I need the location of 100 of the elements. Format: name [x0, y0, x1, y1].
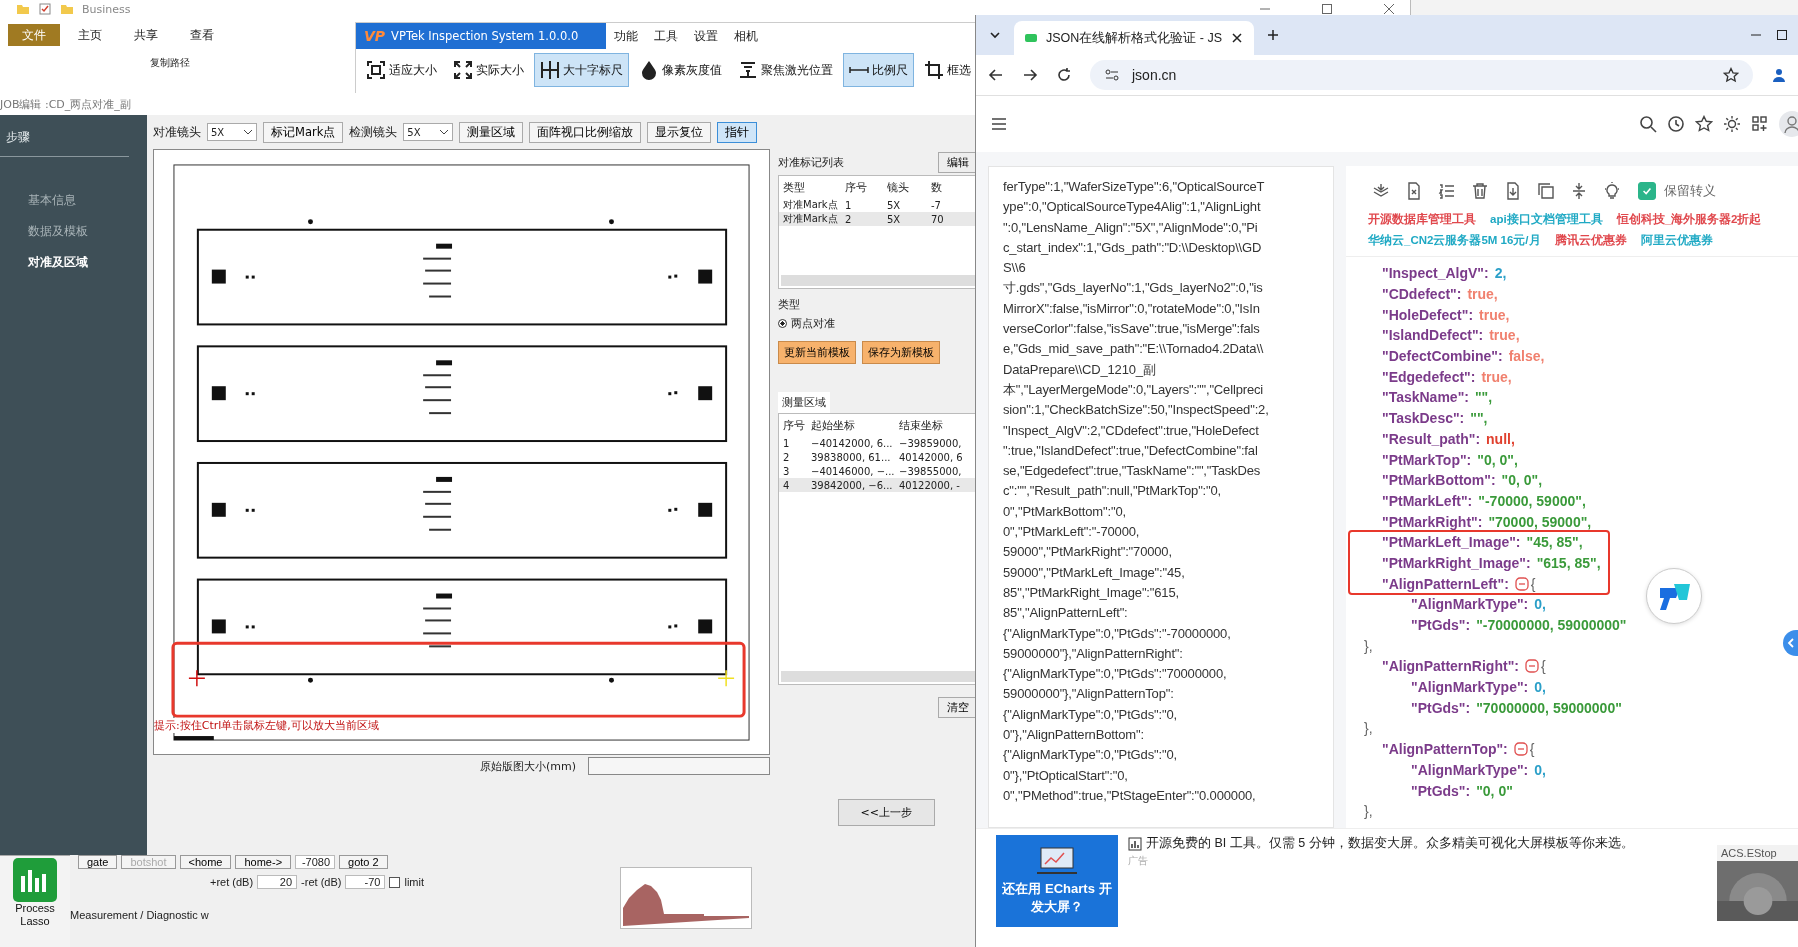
toolbar-button[interactable]: 聚焦激光位置: [732, 53, 839, 87]
toolbar-button[interactable]: 显示复位: [647, 121, 712, 143]
json-key: "Result_path":: [1382, 430, 1481, 447]
toolbar-button[interactable]: 比例尺: [843, 53, 914, 87]
json-key: "TaskDesc":: [1382, 410, 1465, 427]
json-value: 0,: [1534, 761, 1546, 778]
table-cell-text: −40146000, −...: [810, 465, 895, 477]
json-text-line: 59000000"},"AlignPatternTop":: [1003, 685, 1175, 704]
json-text-line: ype":0,"OpticalSourceType4Alig":1,"AlignLight: [1003, 198, 1262, 217]
menu-item[interactable]: 工具: [646, 27, 686, 45]
json-text-line: MirrorX":false,"isMirror":0,"rotateMode":0,"IsIn: [1003, 299, 1261, 318]
field-label: -ret (dB): [301, 876, 342, 888]
toolbar-button[interactable]: 测量区域: [459, 121, 524, 143]
goto-button[interactable]: goto 2: [339, 855, 388, 869]
json-key: "AlignPatternLeft":: [1382, 575, 1509, 592]
sidebar-item[interactable]: 数据及模板: [0, 216, 147, 247]
table-cell-text: 4: [782, 479, 791, 491]
json-text-line: 0"},"PtOpticalStart":"0,: [1003, 766, 1129, 785]
json-value: false,: [1508, 348, 1545, 365]
field-label: 对准镜头: [153, 124, 201, 140]
clear-button[interactable]: 清空: [938, 697, 975, 718]
template-button[interactable]: 更新当前模板: [778, 341, 856, 364]
ribbon-tab[interactable]: 主页: [64, 24, 116, 46]
ribbon-tab[interactable]: 共享: [120, 24, 172, 46]
ad-link[interactable]: 腾讯云优惠券: [1554, 233, 1627, 248]
table-cell-text: 1: [844, 199, 853, 211]
json-value: 0,: [1534, 596, 1546, 613]
app-button[interactable]: <home: [179, 855, 232, 869]
json-brace: },: [1364, 720, 1373, 737]
table-cell-text: 40122000, -: [898, 479, 961, 491]
table-cell-text: 2: [782, 451, 791, 463]
ret-field[interactable]: -70: [345, 875, 386, 889]
ret-field[interactable]: 20: [257, 875, 298, 889]
template-button[interactable]: 保存为新模板: [862, 341, 940, 364]
table-cell-text: 2: [844, 213, 853, 225]
json-key: "TaskName":: [1382, 389, 1469, 406]
table-row[interactable]: 3 −40146000, −... −39855000,: [779, 464, 975, 478]
ad-link[interactable]: 开源数据库管理工具: [1368, 212, 1476, 227]
edit-button[interactable]: 编辑: [938, 151, 975, 173]
json-key: "PtGds":: [1411, 617, 1471, 634]
json-value: 0,: [1534, 679, 1546, 696]
table-row[interactable]: 4 39842000, −6... 40122000, -: [779, 478, 975, 492]
table-row[interactable]: 1 −40142000, 6... −39859000,: [779, 436, 975, 450]
field-label: 类型: [778, 297, 801, 312]
field-label: +ret (dB): [210, 876, 254, 888]
table-cell-text: 39838000, 61...: [810, 451, 892, 463]
json-text-line: 59000000"},"AlignPatternRight":: [1003, 644, 1184, 663]
toolbar-button[interactable]: 大十字标尺: [534, 53, 629, 87]
browser-tab[interactable]: JSON在线解析格式化验证 - JS: [1014, 21, 1255, 55]
ad-text[interactable]: 开源免费的 BI 工具。仅需 5 分钟，数据变大屏。众多精美可视化大屏模板等你来选。: [1146, 835, 1634, 852]
ad-link[interactable]: 恒创科技_海外服务器2折起: [1616, 212, 1762, 227]
json-key: "PtGds":: [1411, 699, 1471, 716]
json-key: "PtMarkRight":: [1382, 513, 1483, 530]
ad-banner[interactable]: 还在用 ECharts 开发大屏？: [996, 835, 1118, 927]
radio-option[interactable]: 两点对准: [778, 316, 975, 331]
menu-item[interactable]: 相机: [726, 27, 766, 45]
lens-dropdown[interactable]: 5X: [207, 123, 257, 141]
toolbar-button[interactable]: 像素灰度值: [633, 53, 728, 87]
ribbon-item[interactable]: 复制路径: [150, 56, 190, 70]
toolbar-button[interactable]: 指针: [717, 121, 758, 143]
app-button[interactable]: gate: [78, 855, 118, 869]
table-cell-text: 39842000, −6...: [810, 479, 894, 491]
app-button[interactable]: home->: [235, 855, 292, 869]
json-value: true,: [1481, 368, 1512, 385]
json-text-line: ":0,"LensName_Align":"5X","AlignMode":0,"Pi: [1003, 218, 1259, 237]
address-bar[interactable]: json.cn: [1090, 60, 1753, 90]
logo: VP: [364, 28, 386, 44]
previous-button[interactable]: <<上一步: [837, 799, 935, 826]
lens-dropdown[interactable]: 5X: [403, 123, 454, 141]
toolbar-button[interactable]: 标记Mark点: [263, 121, 344, 143]
table-row[interactable]: 对准Mark点 2 5X 70: [779, 212, 975, 226]
sidebar-item[interactable]: 基本信息: [0, 185, 147, 216]
tab[interactable]: 测量区域: [778, 392, 830, 413]
toolbar-button[interactable]: 适应大小: [360, 53, 443, 87]
icon-label[interactable]: Process Lasso: [6, 902, 64, 929]
json-text-line: ":true,"IslandDefect":true,"DefectCombine":fal: [1003, 441, 1259, 460]
json-key: "Edgedefect":: [1382, 368, 1476, 385]
sidebar-item[interactable]: 对准及区域: [0, 247, 147, 278]
table-row[interactable]: 2 39838000, 61... 40142000, 6: [779, 450, 975, 464]
table-cell-text: 1: [782, 437, 791, 449]
table-cell-text: -7: [930, 199, 942, 211]
layout-canvas[interactable]: 提示:按住Ctrl单击鼠标左键,可以放大当前区域: [153, 149, 770, 755]
toolbar-button[interactable]: 实际大小: [447, 53, 530, 87]
json-text-line: 0","PtMarkBottom":"0,: [1003, 502, 1127, 521]
column-header: 序号: [844, 179, 868, 195]
json-text-line: 59000","PtMarkLeft_Image":"45,: [1003, 563, 1186, 582]
position-field[interactable]: -7080: [295, 855, 336, 869]
json-key: "AlignMarkType":: [1411, 596, 1529, 613]
table-cell-text: 5X: [886, 199, 902, 211]
table-cell-text: 40142000, 6: [898, 451, 964, 463]
checkbox-label[interactable]: 保留转义: [1664, 182, 1716, 200]
menu-item[interactable]: 设置: [686, 27, 726, 45]
ribbon-tab[interactable]: 文件: [8, 24, 60, 46]
json-text-line: 0","PtMarkLeft":"-70000,: [1003, 523, 1141, 542]
json-key: "DefectCombine":: [1382, 348, 1503, 365]
toolbar-button[interactable]: 框选: [918, 53, 976, 87]
menu-item[interactable]: 功能: [606, 27, 646, 45]
table-row[interactable]: 对准Mark点 1 5X -7: [779, 198, 975, 212]
ribbon-tab[interactable]: 查看: [176, 24, 228, 46]
toolbar-button[interactable]: 面阵视口比例缩放: [529, 121, 642, 143]
